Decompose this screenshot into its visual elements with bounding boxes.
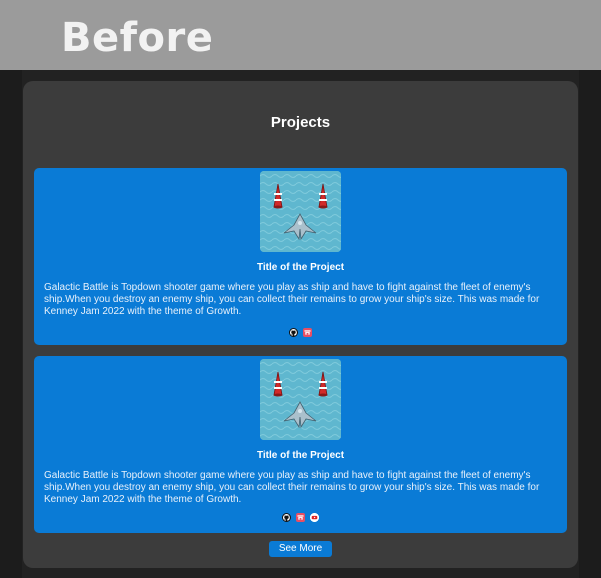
project-description: Galactic Battle is Topdown shooter game … bbox=[44, 470, 540, 505]
ship-game-thumbnail-image bbox=[260, 171, 341, 252]
itch-icon[interactable] bbox=[303, 328, 312, 337]
project-description: Galactic Battle is Topdown shooter game … bbox=[44, 282, 540, 317]
itch-icon[interactable] bbox=[296, 513, 305, 522]
project-links bbox=[34, 328, 567, 337]
project-title: Title of the Project bbox=[256, 262, 345, 273]
header-banner: Before bbox=[0, 0, 601, 70]
left-gutter bbox=[0, 70, 22, 578]
project-thumbnail bbox=[260, 171, 341, 252]
project-card: Title of the Project Galactic Battle is … bbox=[34, 356, 567, 533]
projects-panel: Projects Title of the Project Galactic B… bbox=[23, 81, 578, 568]
youtube-icon[interactable] bbox=[310, 513, 319, 522]
banner-title: Before bbox=[61, 15, 214, 61]
github-icon[interactable] bbox=[289, 328, 298, 337]
project-card: Title of the Project Galactic Battle is … bbox=[34, 168, 567, 345]
project-title: Title of the Project bbox=[256, 450, 345, 461]
right-gutter bbox=[579, 70, 601, 578]
project-links bbox=[34, 513, 567, 522]
ship-game-thumbnail-image bbox=[260, 359, 341, 440]
project-thumbnail bbox=[260, 359, 341, 440]
github-icon[interactable] bbox=[282, 513, 291, 522]
section-heading: Projects bbox=[270, 114, 331, 131]
see-more-button[interactable]: See More bbox=[269, 541, 332, 557]
